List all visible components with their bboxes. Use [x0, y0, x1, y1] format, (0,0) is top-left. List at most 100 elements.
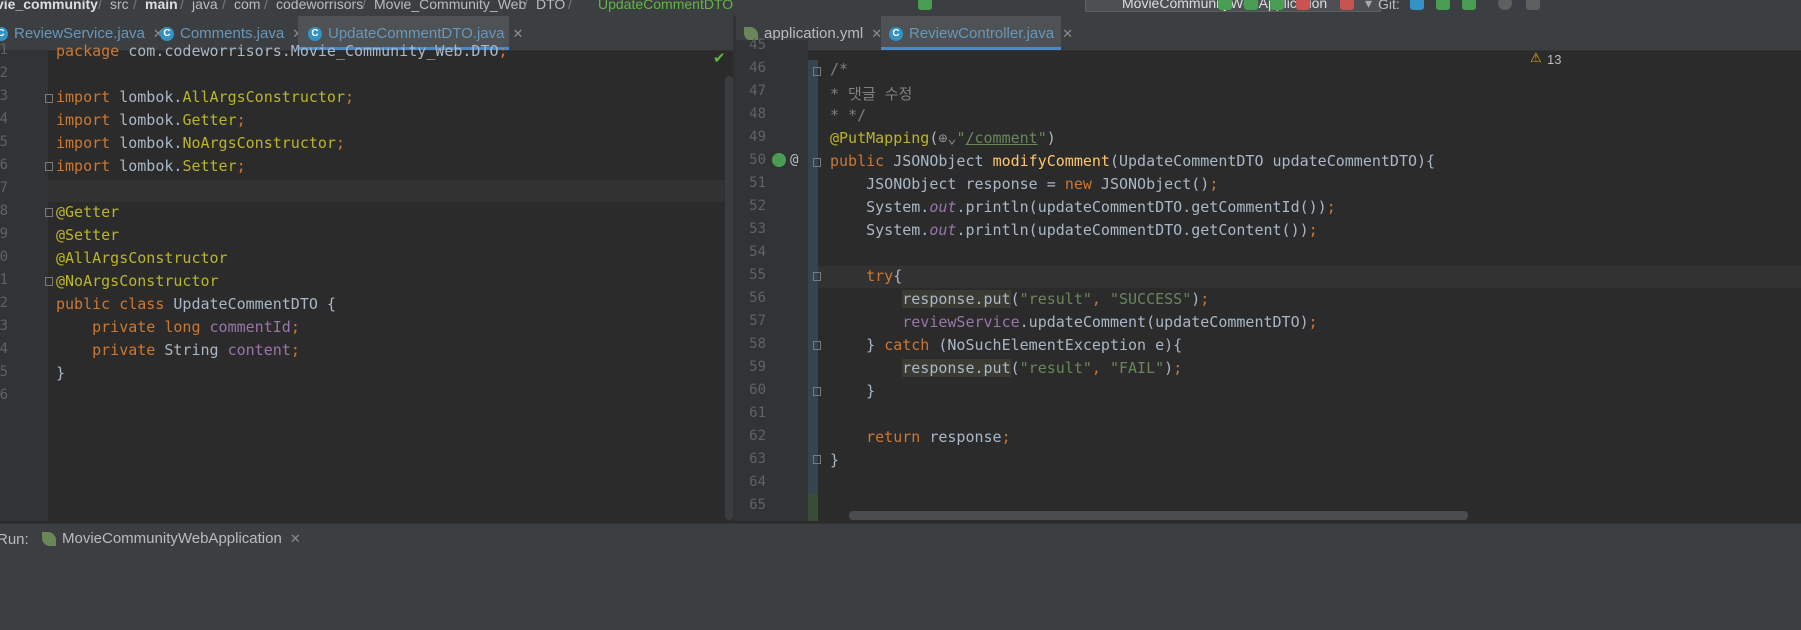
code-line[interactable]: /*	[830, 60, 848, 78]
breadcrumb-item[interactable]: src	[110, 0, 129, 12]
line-number: 3	[0, 88, 8, 104]
close-icon[interactable]: ✕	[1062, 26, 1073, 41]
code-line[interactable]: } catch (NoSuchElementException e){	[830, 336, 1182, 354]
line-number: 4	[0, 111, 8, 127]
code-line[interactable]: import lombok.NoArgsConstructor;	[56, 134, 345, 152]
line-number: 1	[0, 42, 8, 58]
close-icon[interactable]: ✕	[512, 26, 523, 41]
code-line[interactable]: @Setter	[56, 226, 119, 244]
code-line[interactable]: }	[830, 451, 839, 469]
breadcrumb-item[interactable]: java	[192, 0, 218, 12]
line-number: 13	[0, 318, 8, 334]
line-number: 5	[0, 134, 8, 150]
close-icon[interactable]: ✕	[290, 531, 301, 546]
breadcrumb-separator: /	[180, 0, 184, 12]
profile-icon[interactable]	[1296, 0, 1310, 10]
chevron-down-icon: ▾	[1364, 0, 1372, 11]
code-line[interactable]: public JSONObject modifyComment(UpdateCo…	[830, 152, 1435, 170]
git-commit-icon[interactable]	[1436, 0, 1450, 10]
line-number: 50	[749, 152, 766, 168]
line-number: 7	[0, 180, 8, 196]
right-editor-tabs: application.yml ✕ C ReviewController.java ✕	[736, 16, 1801, 51]
code-line[interactable]: reviewService.updateComment(updateCommen…	[830, 313, 1317, 331]
fold-icon[interactable]	[813, 455, 821, 464]
breadcrumb-item[interactable]: com	[234, 0, 260, 12]
line-number: 2	[0, 65, 8, 81]
git-update-icon[interactable]	[1410, 0, 1424, 10]
fold-icon[interactable]	[813, 387, 821, 396]
line-number: 48	[749, 106, 766, 122]
fold-icon[interactable]	[45, 277, 53, 286]
run-icon[interactable]	[1218, 0, 1232, 10]
code-line[interactable]: * 댓글 수정	[830, 83, 912, 104]
line-number: 47	[749, 83, 766, 99]
code-line[interactable]: System.out.println(updateCommentDTO.getC…	[830, 198, 1336, 216]
horizontal-scrollbar[interactable]	[849, 511, 1468, 520]
class-icon: C	[0, 27, 8, 42]
fold-icon[interactable]	[45, 162, 53, 171]
fold-icon[interactable]	[45, 94, 53, 103]
stop-icon[interactable]	[1340, 0, 1354, 10]
code-line[interactable]: @PutMapping(⊕⌄"/comment")	[830, 129, 1056, 147]
breadcrumb-item[interactable]: main	[145, 0, 178, 12]
left-scrollbar[interactable]	[725, 76, 733, 520]
line-number: 59	[749, 359, 766, 375]
code-line[interactable]: private String content;	[56, 341, 300, 359]
breadcrumb-separator: /	[133, 0, 137, 12]
rollback-icon[interactable]	[1526, 0, 1540, 10]
git-push-icon[interactable]	[1462, 0, 1476, 10]
code-line[interactable]: response.put("result", "SUCCESS");	[830, 290, 1209, 308]
line-number: 45	[749, 37, 766, 53]
warning-icon[interactable]: ⚠	[1530, 51, 1542, 66]
run-tab[interactable]: MovieCommunityWebApplication ✕	[42, 527, 301, 551]
spring-bean-icon[interactable]	[772, 153, 786, 167]
code-line[interactable]: System.out.println(updateCommentDTO.getC…	[830, 221, 1318, 239]
vcs-added-marker	[808, 494, 818, 521]
code-line[interactable]: private long commentId;	[56, 318, 300, 336]
breadcrumb-separator: /	[568, 0, 572, 12]
code-line[interactable]: import lombok.Setter;	[56, 157, 246, 175]
code-line[interactable]: @AllArgsConstructor	[56, 249, 228, 267]
fold-icon[interactable]	[813, 272, 821, 281]
code-line[interactable]: }	[830, 382, 875, 400]
code-line[interactable]: * */	[830, 106, 866, 124]
breadcrumb-item[interactable]: vie_community	[0, 0, 98, 12]
line-number: 56	[749, 290, 766, 306]
code-line[interactable]: public class UpdateCommentDTO {	[56, 295, 336, 313]
breadcrumb-item[interactable]: codeworrisors	[276, 0, 363, 12]
code-line[interactable]: try{	[830, 267, 902, 285]
check-icon: ✔	[713, 49, 726, 67]
fold-icon[interactable]	[45, 208, 53, 217]
debug-icon[interactable]	[1244, 0, 1258, 10]
line-number: 10	[0, 249, 8, 265]
current-line-highlight	[48, 180, 725, 202]
coverage-icon[interactable]	[1270, 0, 1284, 10]
code-line[interactable]: return response;	[830, 428, 1011, 446]
at-sign-icon[interactable]: @	[790, 152, 798, 168]
line-number: 46	[749, 60, 766, 76]
code-line[interactable]: package com.codeworrisors.Movie_Communit…	[56, 42, 508, 60]
breadcrumb-item[interactable]: UpdateCommentDTO	[598, 0, 733, 12]
class-icon: C	[889, 27, 903, 42]
line-number: 52	[749, 198, 766, 214]
code-line[interactable]: JSONObject response = new JSONObject();	[830, 175, 1218, 193]
run-tab-label: MovieCommunityWebApplication	[62, 530, 282, 547]
code-line[interactable]: @NoArgsConstructor	[56, 272, 219, 290]
line-number: 14	[0, 341, 8, 357]
fold-icon[interactable]	[813, 158, 821, 167]
code-line[interactable]: import lombok.Getter;	[56, 111, 246, 129]
breadcrumb-item[interactable]: Movie_Community_Web	[374, 0, 526, 12]
code-line[interactable]: response.put("result", "FAIL");	[830, 359, 1182, 377]
history-icon[interactable]	[1498, 0, 1512, 10]
code-line[interactable]: import lombok.AllArgsConstructor;	[56, 88, 354, 106]
breadcrumb-item[interactable]: DTO	[536, 0, 565, 12]
run-configuration-selector[interactable]: MovieCommunityWebApplication ▾	[1085, 0, 1381, 12]
code-line[interactable]: @Getter	[56, 203, 119, 221]
line-number: 11	[0, 272, 8, 288]
code-line[interactable]: }	[56, 364, 65, 382]
tab-reviewcontroller[interactable]: C ReviewController.java ✕	[881, 16, 1073, 50]
line-number: 51	[749, 175, 766, 191]
fold-icon[interactable]	[813, 67, 821, 76]
hammer-icon[interactable]	[918, 0, 932, 10]
fold-icon[interactable]	[813, 341, 821, 350]
